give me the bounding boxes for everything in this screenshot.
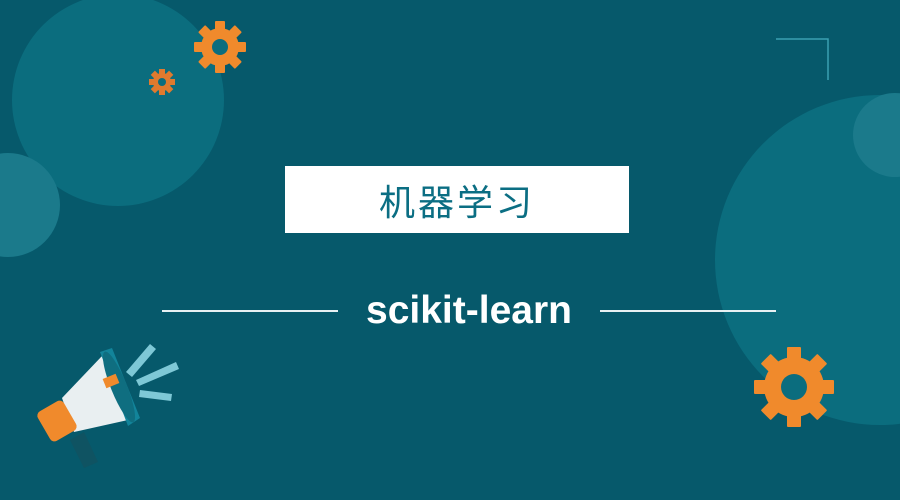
gear-icon xyxy=(754,347,834,427)
divider-right xyxy=(600,310,776,312)
subtitle: scikit-learn xyxy=(366,289,572,332)
corner-bracket xyxy=(776,38,829,80)
background-decor xyxy=(0,0,900,468)
banner: 机器学习 scikit-learn xyxy=(0,0,900,500)
subtitle-row: scikit-learn xyxy=(162,284,776,338)
divider-left xyxy=(162,310,338,312)
gear-icon xyxy=(149,69,175,95)
title-box: 机器学习 xyxy=(285,166,629,233)
megaphone-icon xyxy=(37,344,179,468)
page-title: 机器学习 xyxy=(378,182,535,224)
gear-icon xyxy=(194,21,246,73)
